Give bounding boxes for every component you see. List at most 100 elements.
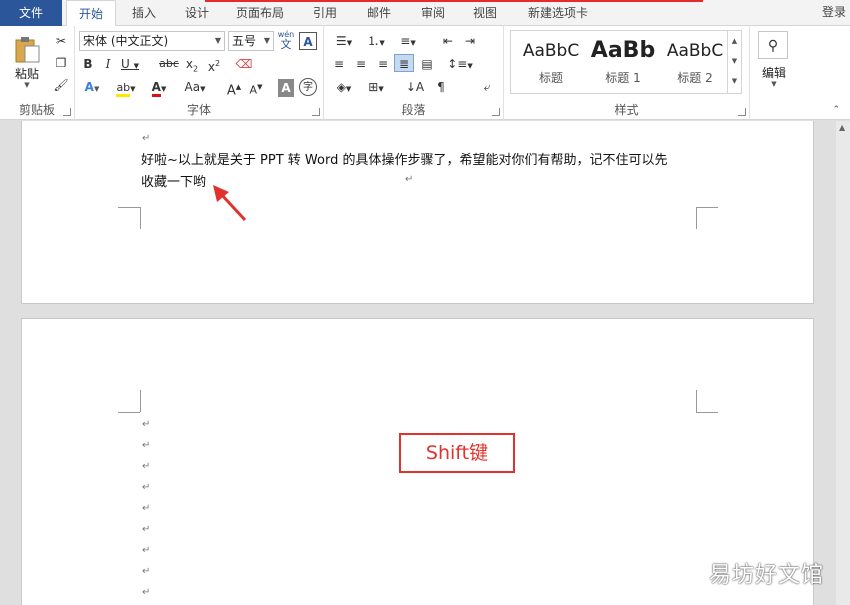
editing-dropdown-icon: ▼: [771, 80, 777, 88]
superscript-icon[interactable]: x2: [205, 55, 223, 74]
font-size-combo[interactable]: 五号 ▼: [228, 31, 274, 51]
collapse-ribbon-icon[interactable]: ⌃: [832, 105, 840, 115]
align-left-icon[interactable]: ≡: [330, 55, 348, 73]
bullets-icon[interactable]: ☰▼: [330, 32, 358, 50]
enclose-char-icon[interactable]: 字: [299, 78, 317, 96]
paragraph-mark: ↵: [142, 482, 151, 493]
text-effects-icon[interactable]: A▼: [81, 78, 103, 96]
document-page-1[interactable]: ↵ 好啦~以上就是关于 PPT 转 Word 的具体操作步骤了，希望能对你们有帮…: [21, 121, 814, 304]
crop-mark-tl-v: [140, 390, 141, 412]
grow-font-icon[interactable]: A▲: [225, 78, 243, 98]
paragraph-mark: ↵: [142, 503, 151, 514]
binoculars-icon[interactable]: ⚲: [758, 31, 788, 59]
styles-gallery: AaBbC 标题 AaBb 标题 1 AaBbC 标题 2 ▲ ▼ ▼: [510, 30, 742, 94]
paragraph-mark: ↵: [142, 587, 151, 598]
editing-group[interactable]: ⚲ 编辑 ▼: [750, 26, 800, 120]
paragraph-mark: ↵: [142, 419, 151, 430]
red-highlight-line: [205, 0, 703, 2]
phonetic-char: 文: [280, 38, 292, 51]
paste-label: 粘贴: [14, 67, 39, 81]
bold-icon[interactable]: B: [80, 55, 96, 73]
style-title[interactable]: AaBbC 标题: [515, 31, 587, 91]
crop-mark-bl-v: [140, 207, 141, 229]
borders-icon[interactable]: ⊞▼: [362, 78, 390, 96]
align-right-icon[interactable]: ≡: [374, 55, 392, 73]
paragraph-mark: ↵: [142, 440, 151, 451]
tab-page-layout[interactable]: 页面布局: [228, 0, 292, 26]
crop-mark-br-v: [696, 207, 697, 229]
numbering-icon[interactable]: ⒈▼: [362, 32, 390, 50]
format-painter-icon[interactable]: 🖌: [52, 76, 70, 94]
char-shading-icon[interactable]: A: [278, 79, 294, 97]
red-arrow-icon: [213, 185, 247, 222]
line-spacing-icon[interactable]: ↕≡▼: [446, 55, 474, 73]
paste-icon: [15, 37, 40, 63]
strikethrough-icon[interactable]: abc: [159, 55, 179, 73]
editing-label: 编辑: [761, 66, 786, 80]
font-launcher-icon[interactable]: [312, 108, 320, 116]
login-link[interactable]: 登录: [822, 0, 846, 24]
style-name: 标题: [538, 71, 563, 85]
tab-new[interactable]: 新建选项卡: [518, 0, 598, 26]
tab-home[interactable]: 开始: [66, 0, 116, 27]
clear-format-icon[interactable]: ⌫: [235, 55, 253, 73]
style-preview: AaBb: [590, 38, 656, 63]
multilevel-list-icon[interactable]: ≡▼: [394, 32, 422, 50]
crop-mark-tr-h: [696, 412, 718, 413]
justify-icon[interactable]: ≣: [394, 54, 414, 72]
paste-button[interactable]: 粘贴 ▼: [8, 32, 46, 94]
tab-review[interactable]: 审阅: [412, 0, 454, 26]
chevron-down-icon: ▼: [263, 36, 270, 45]
style-heading-1[interactable]: AaBb 标题 1: [587, 31, 659, 91]
ribbon: 粘贴 ▼ ✂ ❐ 🖌 剪贴板 宋体 (中文正文) ▼ 五号 ▼ wén 文 A B I…: [0, 26, 850, 120]
styles-group: AaBbC 标题 AaBb 标题 1 AaBbC 标题 2 ▲ ▼ ▼ 样式: [504, 26, 750, 120]
vertical-scrollbar[interactable]: ▲: [836, 121, 850, 605]
font-size-value: 五号: [232, 34, 257, 48]
paragraph-launcher-icon[interactable]: [492, 108, 500, 116]
font-name-combo[interactable]: 宋体 (中文正文) ▼: [79, 31, 225, 51]
styles-scroll[interactable]: ▲ ▼ ▼: [727, 31, 741, 93]
clipboard-launcher-icon[interactable]: [63, 108, 71, 116]
copy-icon[interactable]: ❐: [52, 54, 70, 72]
crop-mark-bl: [118, 207, 140, 229]
cut-icon[interactable]: ✂: [52, 32, 70, 50]
distributed-icon[interactable]: ▤: [418, 55, 436, 73]
font-group: 宋体 (中文正文) ▼ 五号 ▼ wén 文 A B I U ▼ abc x2 x2 …: [75, 26, 324, 120]
italic-icon[interactable]: I: [100, 55, 116, 73]
tab-insert[interactable]: 插入: [122, 0, 166, 26]
align-center-icon[interactable]: ≡: [352, 55, 370, 73]
font-name-value: 宋体 (中文正文): [83, 34, 169, 48]
styles-launcher-icon[interactable]: [738, 108, 746, 116]
style-heading-2[interactable]: AaBbC 标题 2: [659, 31, 731, 91]
tab-mailings[interactable]: 邮件: [358, 0, 400, 26]
increase-indent-icon[interactable]: ⇥: [460, 32, 480, 50]
font-group-label: 字体: [186, 103, 211, 117]
change-case-icon[interactable]: Aa▼: [181, 78, 209, 96]
show-marks-icon[interactable]: ¶: [432, 78, 450, 96]
phonetic-guide-button[interactable]: wén 文: [277, 30, 295, 52]
chevron-down-icon: ▼: [214, 36, 221, 45]
paragraph-mark: ↵: [142, 566, 151, 577]
sort-icon[interactable]: ↓A: [404, 78, 426, 96]
font-color-icon[interactable]: A▼: [147, 78, 171, 97]
underline-icon[interactable]: U ▼: [120, 55, 140, 73]
scroll-up-icon[interactable]: ▲: [839, 123, 845, 132]
ribbon-tabs: 文件 开始 插入 设计 页面布局 引用 邮件 审阅 视图 新建选项卡 登录: [0, 0, 850, 27]
tab-design[interactable]: 设计: [176, 0, 218, 26]
asian-layout-icon[interactable]: ⤶: [478, 78, 496, 96]
char-border-icon[interactable]: A: [299, 32, 317, 50]
tab-references[interactable]: 引用: [304, 0, 346, 26]
decrease-indent-icon[interactable]: ⇤: [438, 32, 458, 50]
tab-file[interactable]: 文件: [0, 0, 62, 26]
tab-view[interactable]: 视图: [464, 0, 506, 26]
more-styles-icon[interactable]: ▼: [728, 71, 741, 91]
shading-icon[interactable]: ◈▼: [330, 78, 358, 96]
scroll-down-icon[interactable]: ▼: [728, 51, 741, 71]
shrink-font-icon[interactable]: A▼: [247, 78, 265, 97]
highlight-icon[interactable]: ab▼: [113, 78, 139, 97]
paragraph-mark: ↵: [142, 524, 151, 535]
paragraph-line-2: 收藏一下哟: [141, 175, 207, 190]
styles-group-label: 样式: [614, 103, 639, 117]
scroll-up-icon[interactable]: ▲: [728, 31, 741, 51]
subscript-icon[interactable]: x2: [183, 55, 201, 73]
